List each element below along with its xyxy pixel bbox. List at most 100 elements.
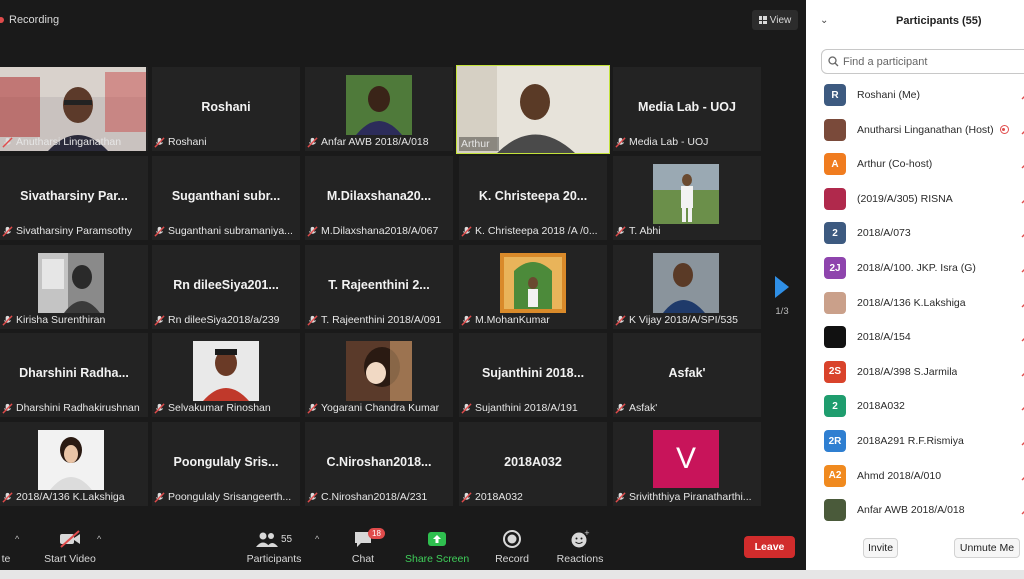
tile-name-bar: Anutharsi Linganathan <box>2 135 146 149</box>
video-tile-anutharsi[interactable]: Anutharsi Linganathan <box>0 67 148 151</box>
participant-name: Roshani (Me) <box>857 89 921 101</box>
tile-name-bar: Poongulaly Srisangeerth... <box>154 490 298 504</box>
video-tile-rinoshan[interactable]: Selvakumar Rinoshan <box>152 333 300 417</box>
search-input[interactable] <box>843 55 1003 68</box>
participants-options-caret-icon[interactable]: ^ <box>315 534 319 544</box>
muted-mic-icon <box>1021 338 1024 342</box>
video-tile-kirisha[interactable]: Kirisha Surenthiran <box>0 245 148 329</box>
tile-display-name: Suganthani subr... <box>171 189 281 203</box>
participant-row[interactable]: Anutharsi Linganathan (Host) <box>824 118 1024 142</box>
svg-text:+: + <box>584 529 590 537</box>
avatar <box>824 118 846 141</box>
page-indicator: 1/3 <box>775 306 789 317</box>
muted-mic-icon <box>461 225 472 237</box>
reactions-label: Reactions <box>556 553 604 565</box>
muted-mic-icon <box>2 314 13 326</box>
tile-name: C.Niroshan2018/A/231 <box>321 491 428 503</box>
participant-photo <box>38 430 104 490</box>
participant-row[interactable]: 2 2018/A/073 <box>824 221 1024 245</box>
start-video-button[interactable]: Start Video <box>42 528 98 565</box>
tile-name-bar: T. Rajeenthini 2018/A/091 <box>307 313 451 327</box>
video-options-caret-icon[interactable]: ^ <box>97 534 101 544</box>
video-tile-2018a032[interactable]: 2018A032 2018A032 <box>459 422 607 506</box>
start-video-label: Start Video <box>44 553 96 565</box>
participant-photo <box>193 341 259 401</box>
muted-mic-icon <box>154 491 165 503</box>
muted-mic-icon <box>1021 199 1024 204</box>
record-button[interactable]: Record <box>492 528 532 565</box>
video-tile-yogarani[interactable]: Yogarani Chandra Kumar <box>305 333 453 417</box>
avatar: A <box>824 153 846 176</box>
leave-button[interactable]: Leave <box>744 536 795 558</box>
participant-row[interactable]: 2J 2018/A/100. JKP. Isra (G) <box>824 256 1024 280</box>
muted-mic-icon <box>615 225 626 237</box>
video-tile-vijay[interactable]: K Vijay 2018/A/SPI/535 <box>613 245 761 329</box>
avatar <box>824 187 846 210</box>
view-button[interactable]: View <box>752 10 798 30</box>
chat-button[interactable]: 18 Chat <box>346 528 385 565</box>
participant-row[interactable]: 2018/A/136 K.Lakshiga <box>824 291 1024 315</box>
participant-row[interactable]: 2018/A/154 <box>824 325 1024 349</box>
tile-name-bar: Selvakumar Rinoshan <box>154 401 298 415</box>
tile-name-bar: Sivatharsiny Paramsothy <box>2 224 146 238</box>
search-icon <box>828 56 839 67</box>
muted-mic-icon <box>1021 442 1024 446</box>
video-tile-sujanthini[interactable]: Sujanthini 2018... Sujanthini 2018/A/191 <box>459 333 607 417</box>
reactions-button[interactable]: + Reactions <box>555 528 605 565</box>
audio-options-caret-icon[interactable]: ^ <box>15 534 19 544</box>
video-tile-mohankumar[interactable]: M.MohanKumar <box>459 245 607 329</box>
participant-row[interactable]: A Arthur (Co-host) <box>824 152 1024 176</box>
participants-button[interactable]: 55 Participants <box>246 528 302 565</box>
video-tile-arthur[interactable]: Arthur <box>456 65 610 154</box>
video-tile-lakshiga[interactable]: 2018/A/136 K.Lakshiga <box>0 422 148 506</box>
tile-name: K Vijay 2018/A/SPI/535 <box>629 314 738 326</box>
next-page-arrow-icon[interactable] <box>775 276 789 298</box>
video-tile-media-lab[interactable]: Media Lab - UOJ Media Lab - UOJ <box>613 67 761 151</box>
participant-name: Arthur (Co-host) <box>857 158 933 171</box>
participant-search[interactable] <box>821 49 1024 74</box>
muted-mic-icon <box>1021 303 1024 308</box>
participant-row[interactable]: R Roshani (Me) <box>824 83 1024 107</box>
video-tile-asfak[interactable]: Asfak' Asfak' <box>613 333 761 417</box>
tile-name-bar: T. Abhi <box>615 224 759 238</box>
video-tile-sivatharsiny[interactable]: Sivatharsiny Par... Sivatharsiny Paramso… <box>0 156 148 240</box>
participant-photo <box>346 75 412 135</box>
tile-name: Yogarani Chandra Kumar <box>321 402 440 414</box>
tile-name: K. Christeepa 2018 /A /0... <box>475 225 598 237</box>
tile-name: 2018/A/136 K.Lakshiga <box>16 491 125 503</box>
video-tile-dileesiya[interactable]: Rn dileeSiya201... Rn dileeSiya2018/a/23… <box>152 245 300 329</box>
video-tile-christeepa[interactable]: K. Christeepa 20... K. Christeepa 2018 /… <box>459 156 607 240</box>
participant-row[interactable]: A2 Ahmd 2018/A/010 <box>824 464 1024 488</box>
participants-panel-title: Participants (55) <box>896 15 982 27</box>
tile-name: Dharshini Radhakirushnan <box>16 402 140 414</box>
video-tile-dharshini[interactable]: Dharshini Radha... Dharshini Radhakirush… <box>0 333 148 417</box>
participant-row[interactable]: Anfar AWB 2018/A/018 <box>824 498 1024 522</box>
participant-row[interactable]: 2S 2018/A/398 S.Jarmila <box>824 360 1024 384</box>
unmute-me-button[interactable]: Unmute Me <box>954 538 1020 558</box>
video-tile-poongulaly[interactable]: Poongulaly Sris... Poongulaly Srisangeer… <box>152 422 300 506</box>
video-tile-sriviththiya[interactable]: V Sriviththiya Piranatharthi... <box>613 422 761 506</box>
video-tile-suganthani[interactable]: Suganthani subr... Suganthani subramaniy… <box>152 156 300 240</box>
tile-name-bar: Dharshini Radhakirushnan <box>2 401 146 415</box>
collapse-panel-chevron-icon[interactable]: ⌄ <box>820 15 828 26</box>
tile-display-name: Roshani <box>201 100 251 114</box>
tile-name: Sujanthini 2018/A/191 <box>475 402 578 414</box>
participant-row[interactable]: (2019/A/305) RISNA <box>824 187 1024 211</box>
zoom-meeting-window: Recording View Anutharsi Linganathan Ros… <box>0 0 1024 570</box>
invite-button[interactable]: Invite <box>863 538 898 558</box>
video-tile-abhi[interactable]: T. Abhi <box>613 156 761 240</box>
participant-row[interactable]: 2R 2018A291 R.F.Rismiya <box>824 429 1024 453</box>
tile-name-bar: 2018A032 <box>461 490 605 504</box>
participant-row[interactable]: 2 2018A032 <box>824 394 1024 418</box>
unmute-button[interactable]: te <box>0 528 12 565</box>
tile-name-bar: Yogarani Chandra Kumar <box>307 401 451 415</box>
video-tile-dilaxshana[interactable]: M.Dilaxshana20... M.Dilaxshana2018/A/067 <box>305 156 453 240</box>
share-screen-button[interactable]: Share Screen <box>405 528 469 565</box>
tile-display-name: Rn dileeSiya201... <box>173 278 279 292</box>
video-tile-anfar[interactable]: Anfar AWB 2018/A/018 <box>305 67 453 151</box>
video-tile-roshani[interactable]: Roshani Roshani <box>152 67 300 151</box>
video-tile-rajeenthini[interactable]: T. Rajeenthini 2... T. Rajeenthini 2018/… <box>305 245 453 329</box>
video-tile-niroshan[interactable]: C.Niroshan2018... C.Niroshan2018/A/231 <box>305 422 453 506</box>
record-icon <box>503 530 521 548</box>
participant-name: 2018/A/100. JKP. Isra (G) <box>857 262 976 274</box>
